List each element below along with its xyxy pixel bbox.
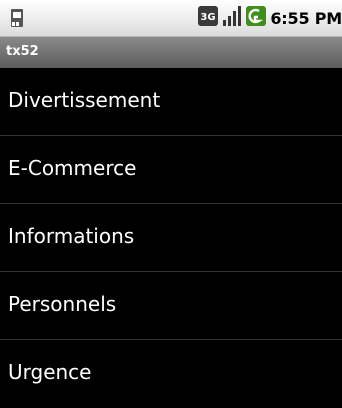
list-item-divertissement[interactable]: Divertissement [0, 68, 342, 136]
list-item-label: Divertissement [8, 88, 161, 112]
battery-icon [246, 6, 267, 30]
signal-icon [222, 6, 242, 30]
list-item-personnels[interactable]: Personnels [0, 272, 342, 340]
list-item-informations[interactable]: Informations [0, 204, 342, 272]
app-title: tx52 [6, 44, 39, 59]
status-time: 6:55 PM [270, 8, 342, 28]
status-bar: 3G 6:55 PM [0, 0, 342, 36]
svg-text:3G: 3G [201, 12, 216, 23]
list-item-e-commerce[interactable]: E-Commerce [0, 136, 342, 204]
status-icons: 3G 6:55 PM [194, 6, 342, 30]
title-bar: tx52 [0, 36, 342, 68]
category-list: Divertissement E-Commerce Informations P… [0, 68, 342, 408]
list-item-urgence[interactable]: Urgence [0, 340, 342, 408]
list-item-label: Urgence [8, 360, 92, 384]
list-item-label: Informations [8, 224, 135, 248]
list-item-label: E-Commerce [8, 156, 137, 180]
list-item-label: Personnels [8, 292, 117, 316]
3g-icon: 3G [198, 6, 219, 30]
sd-card-icon [10, 8, 24, 32]
